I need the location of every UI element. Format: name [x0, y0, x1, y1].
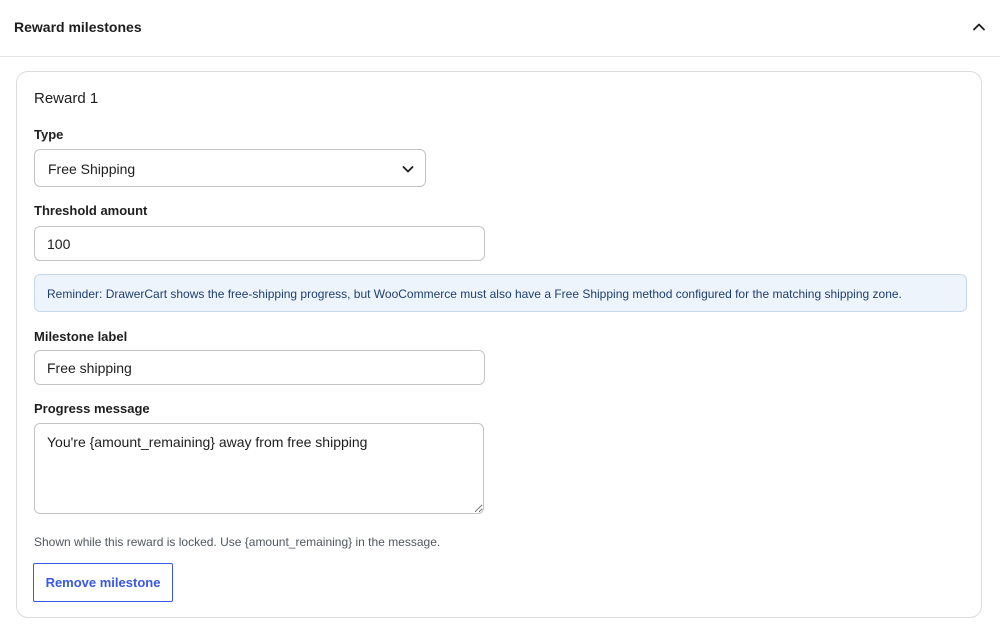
panel-header[interactable]: Reward milestones: [0, 0, 1000, 57]
notice-text: Reminder: DrawerCart shows the free-ship…: [47, 287, 902, 301]
chevron-down-icon: [401, 162, 415, 176]
threshold-input[interactable]: [34, 226, 485, 261]
reward-title: Reward 1: [34, 90, 99, 107]
progress-message-help: Shown while this reward is locked. Use {…: [34, 535, 441, 549]
progress-message-textarea[interactable]: You're {amount_remaining} away from free…: [34, 423, 484, 514]
threshold-label: Threshold amount: [34, 203, 148, 218]
milestone-label-label: Milestone label: [34, 329, 128, 344]
reward-card: Reward 1 Type Free Shipping Threshold am…: [16, 71, 982, 618]
panel-title: Reward milestones: [14, 19, 142, 35]
type-label: Type: [34, 127, 64, 142]
reward-milestones-panel: Reward milestones Reward 1 Type Free Shi…: [0, 0, 1000, 628]
shipping-reminder-notice: Reminder: DrawerCart shows the free-ship…: [34, 274, 967, 312]
progress-message-label: Progress message: [34, 401, 150, 416]
chevron-up-icon[interactable]: [966, 14, 992, 40]
remove-milestone-button[interactable]: Remove milestone: [33, 563, 173, 602]
type-select-value: Free Shipping: [48, 161, 136, 177]
milestone-label-input[interactable]: [34, 350, 485, 385]
type-select[interactable]: Free Shipping: [34, 149, 426, 187]
